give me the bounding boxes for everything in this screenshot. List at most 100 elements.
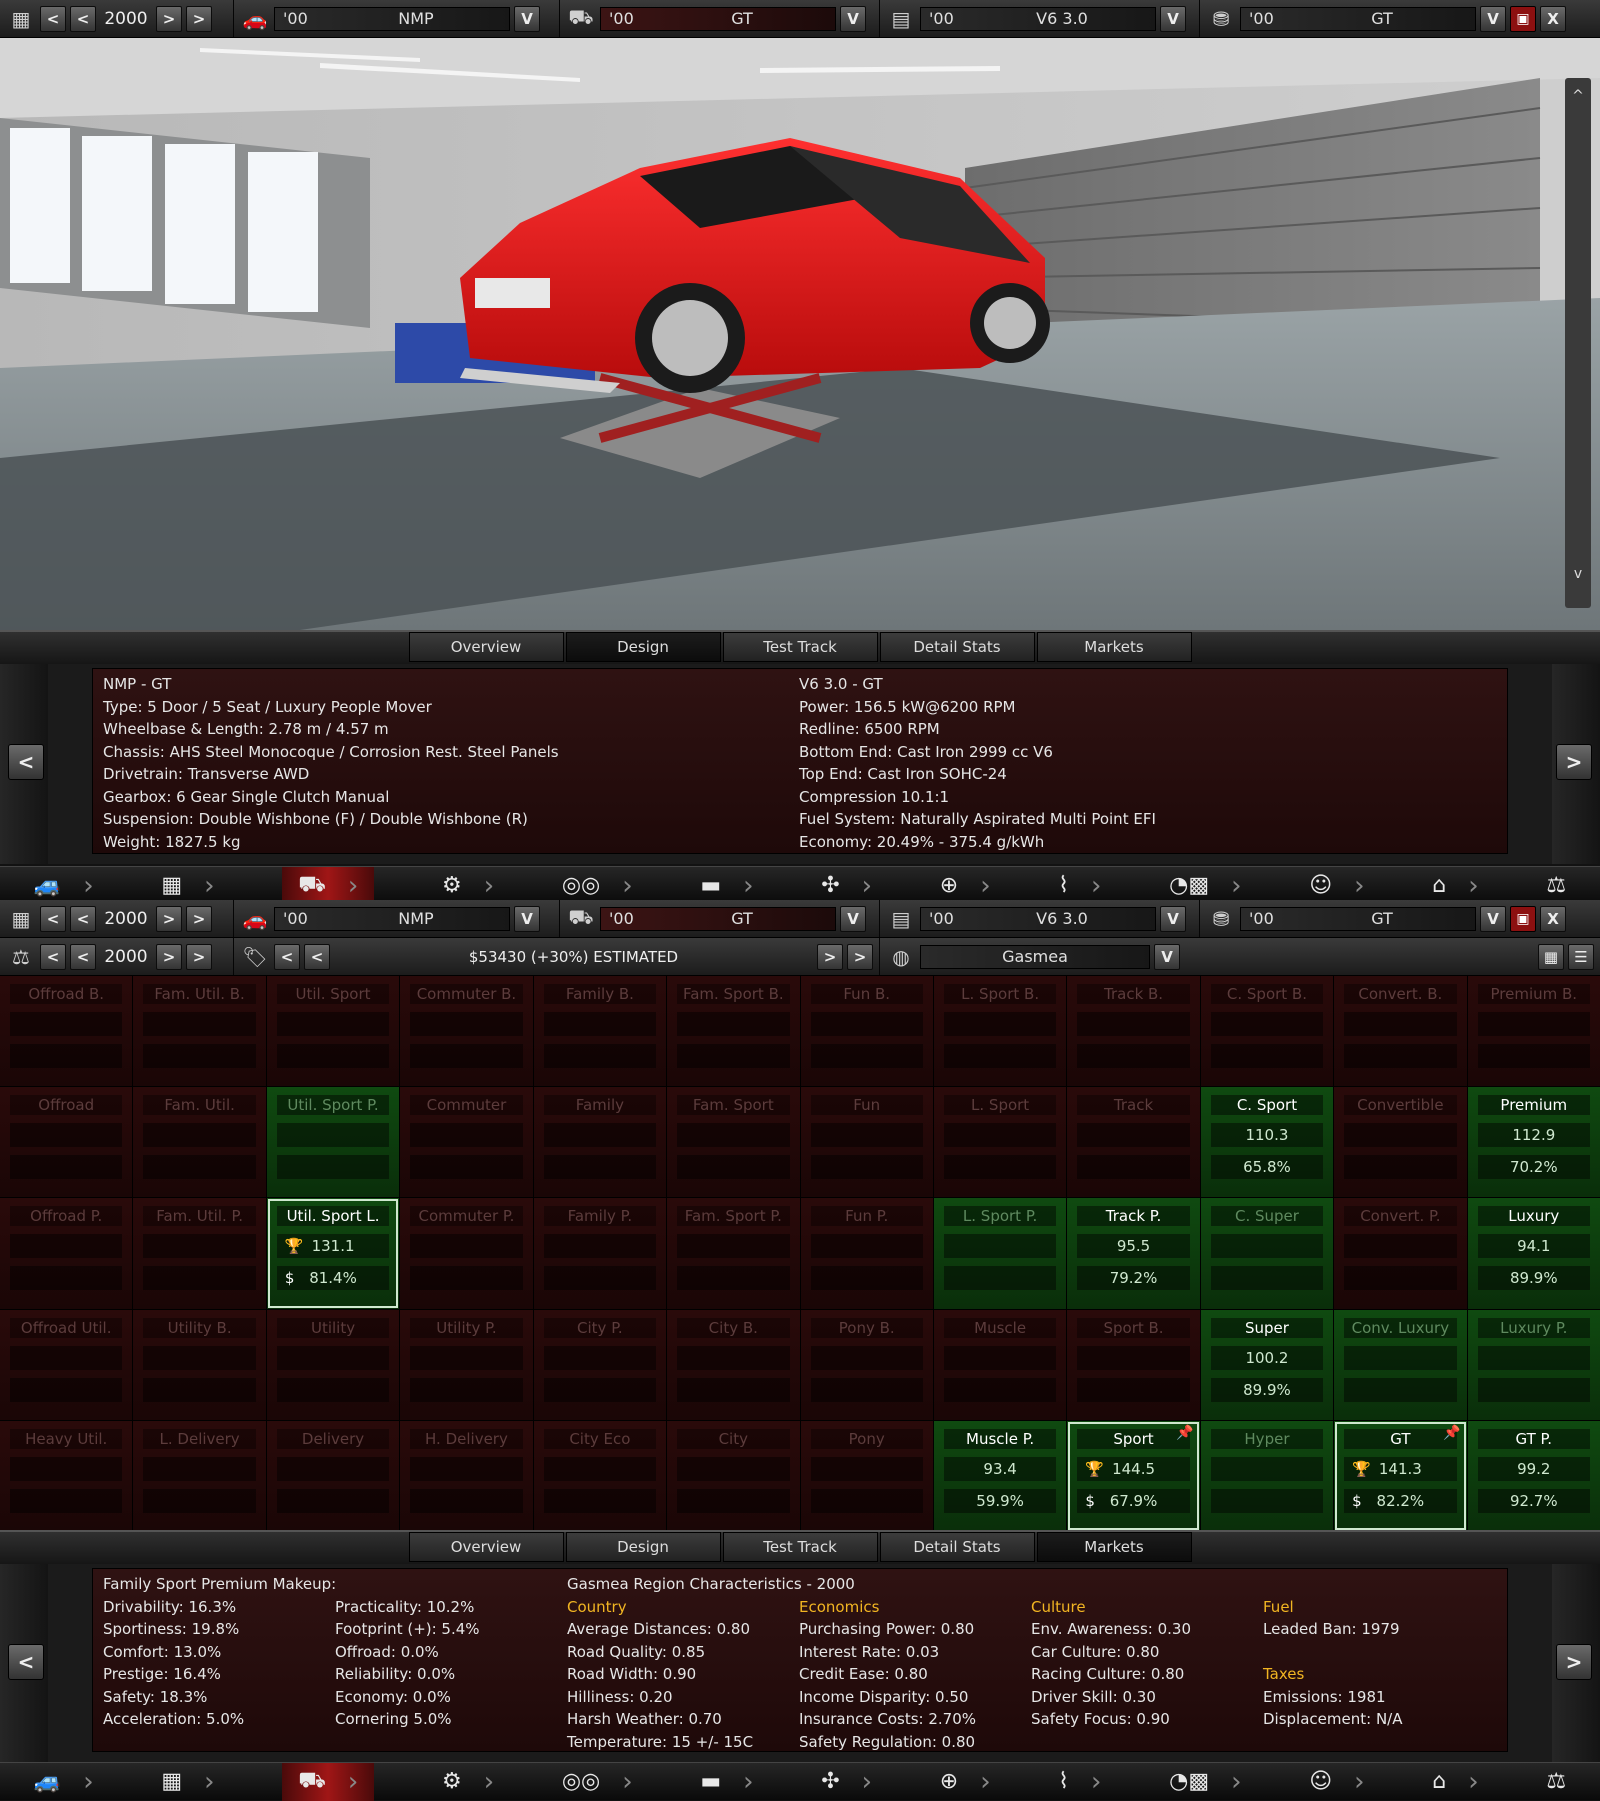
calendar-icon[interactable]: ▦ [6, 904, 36, 934]
price-down-fast-button[interactable]: < [274, 943, 300, 970]
save-icon[interactable]: ▣ [1510, 5, 1536, 32]
market-cell[interactable]: Family B. [533, 976, 667, 1087]
region-dropdown-button[interactable]: V [1154, 943, 1180, 970]
market-cell[interactable]: Conv. Luxury [1334, 1309, 1467, 1420]
trim-dropdown-button[interactable]: V [840, 905, 866, 932]
tab-markets[interactable]: Markets [1036, 1532, 1192, 1562]
engine-select[interactable]: '00 V6 3.0 [920, 6, 1156, 31]
stage-test[interactable]: ◔▩ › [1169, 1767, 1241, 1797]
market-cell[interactable]: Fam. Sport [667, 1087, 800, 1198]
stage-chassis[interactable]: ▦ › [161, 1767, 214, 1797]
stage-car-model[interactable]: 🚙 › [34, 1767, 94, 1797]
year-next-button[interactable]: > [156, 905, 182, 932]
market-cell[interactable]: Utility [266, 1309, 400, 1420]
market-cell[interactable]: Fam. Util. P. [133, 1198, 266, 1309]
stage-tuning[interactable]: ⌇ › [1058, 1767, 1101, 1797]
market-cell[interactable]: Offroad P. [0, 1198, 133, 1309]
market-cell[interactable]: C. Sport 110.3 65.8% [1200, 1087, 1334, 1198]
market-cell[interactable]: Commuter B. [400, 976, 533, 1087]
market-cell[interactable]: Utility P. [400, 1309, 533, 1420]
market-cell[interactable]: Util. Sport L. 🏆 131.1 $81.4% [266, 1198, 400, 1309]
market-cell[interactable]: Sport B. [1067, 1309, 1200, 1420]
year-next-fast-button[interactable]: > [186, 905, 212, 932]
market-cell[interactable]: City [667, 1420, 800, 1531]
price-up-fast-button[interactable]: > [847, 943, 873, 970]
market-cell[interactable]: Fun [800, 1087, 933, 1198]
market-cell[interactable]: GT P. 99.2 92.7% [1467, 1420, 1600, 1531]
stage-tuning[interactable]: ⌇ › [1058, 871, 1101, 901]
market-cell[interactable]: Track P. 95.5 79.2% [1067, 1198, 1200, 1309]
tab-overview[interactable]: Overview [408, 632, 564, 662]
pin-icon[interactable]: 📌 [1443, 1425, 1460, 1441]
market-year-prev-fast-button[interactable]: < [40, 943, 66, 970]
market-cell[interactable]: Commuter [400, 1087, 533, 1198]
market-cell[interactable]: Fam. Util. [133, 1087, 266, 1198]
stage-factory[interactable]: ⌂ › [1432, 871, 1478, 901]
model-select[interactable]: '00 NMP [274, 906, 510, 931]
stage-interior[interactable]: ⊕ › [940, 1767, 991, 1797]
grid-view-icon[interactable]: ▦ [1538, 943, 1564, 970]
engine-select[interactable]: '00 V6 3.0 [920, 906, 1156, 931]
market-year-prev-button[interactable]: < [70, 943, 96, 970]
stage-drivetrain[interactable]: ⚙ › [442, 1767, 494, 1797]
trim-select[interactable]: '00 GT [600, 6, 836, 31]
engine-variant-dropdown-button[interactable]: V [1480, 5, 1506, 32]
stage-body[interactable]: ▬ › [700, 1767, 753, 1797]
market-cell[interactable]: L. Delivery [133, 1420, 266, 1531]
year-prev-button[interactable]: < [70, 905, 96, 932]
model-dropdown-button[interactable]: V [514, 5, 540, 32]
tab-design[interactable]: Design [565, 1532, 721, 1562]
region-select[interactable]: Gasmea [920, 944, 1150, 969]
market-cell[interactable]: Track [1067, 1087, 1200, 1198]
tab-test-track[interactable]: Test Track [722, 1532, 878, 1562]
engine-dropdown-button[interactable]: V [1160, 905, 1186, 932]
list-view-icon[interactable]: ☰ [1568, 943, 1594, 970]
market-cell[interactable]: L. Sport B. [933, 976, 1067, 1087]
market-cell[interactable]: Fun B. [800, 976, 933, 1087]
year-prev-button[interactable]: < [70, 5, 96, 32]
year-next-button[interactable]: > [156, 5, 182, 32]
stage-aero[interactable]: ✣ › [821, 1767, 872, 1797]
market-cell[interactable]: Family [533, 1087, 667, 1198]
market-cell[interactable]: Fam. Sport B. [667, 976, 800, 1087]
market-cell[interactable]: C. Sport B. [1200, 976, 1334, 1087]
market-cell[interactable]: Util. Sport P. [266, 1087, 400, 1198]
market-cell[interactable]: L. Sport [933, 1087, 1067, 1198]
prev-page-button[interactable]: < [8, 1644, 44, 1680]
market-cell[interactable]: Offroad B. [0, 976, 133, 1087]
model-select[interactable]: '00 NMP [274, 6, 510, 31]
stage-car-model[interactable]: 🚙 › [34, 871, 94, 901]
close-button[interactable]: X [1540, 905, 1566, 932]
market-cell[interactable]: Delivery [266, 1420, 400, 1531]
market-cell[interactable]: City P. [533, 1309, 667, 1420]
trim-select[interactable]: '00 GT [600, 906, 836, 931]
market-cell[interactable]: City B. [667, 1309, 800, 1420]
tab-design[interactable]: Design [565, 632, 721, 662]
stage-factory[interactable]: ⌂ › [1432, 1767, 1478, 1797]
pin-icon[interactable]: 📌 [1176, 1425, 1193, 1441]
engine-dropdown-button[interactable]: V [1160, 5, 1186, 32]
year-next-fast-button[interactable]: > [186, 5, 212, 32]
stage-engineering[interactable]: ☺ › [1309, 1767, 1364, 1797]
market-cell[interactable]: Utility B. [133, 1309, 266, 1420]
market-cell[interactable]: Fam. Sport P. [667, 1198, 800, 1309]
model-dropdown-button[interactable]: V [514, 905, 540, 932]
stage-markets[interactable]: ⚖ [1546, 1769, 1566, 1794]
market-cell[interactable]: Heavy Util. [0, 1420, 133, 1531]
prev-page-button[interactable]: < [8, 744, 44, 780]
price-up-button[interactable]: > [817, 943, 843, 970]
calendar-icon[interactable]: ▦ [6, 4, 36, 34]
market-year-next-button[interactable]: > [156, 943, 182, 970]
market-year-next-fast-button[interactable]: > [186, 943, 212, 970]
market-cell[interactable]: Fun P. [800, 1198, 933, 1309]
stage-engineering[interactable]: ☺ › [1309, 871, 1364, 901]
market-cell[interactable]: Super 100.2 89.9% [1200, 1309, 1334, 1420]
stage-drivetrain[interactable]: ⚙ › [442, 871, 494, 901]
tab-detail-stats[interactable]: Detail Stats [879, 632, 1035, 662]
car-3d-view[interactable]: ^ v [0, 38, 1600, 630]
market-cell[interactable]: Pony B. [800, 1309, 933, 1420]
market-cell[interactable]: Track B. [1067, 976, 1200, 1087]
stage-chassis[interactable]: ▦ › [161, 871, 214, 901]
tab-overview[interactable]: Overview [408, 1532, 564, 1562]
engine-variant-dropdown-button[interactable]: V [1480, 905, 1506, 932]
